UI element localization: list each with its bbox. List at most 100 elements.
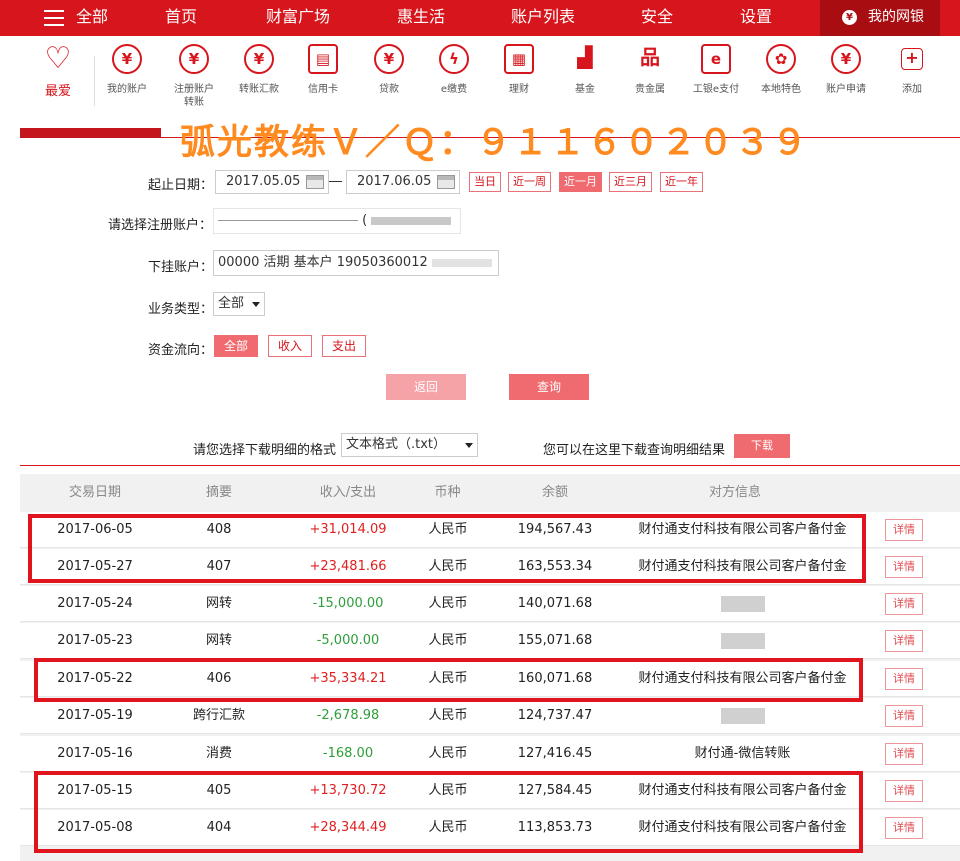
abacus-icon: ▦ (504, 44, 534, 74)
cell-balance: 163,553.34 (517, 559, 593, 574)
cell-amount: -168.00 (322, 746, 374, 761)
shortcut-credit-card[interactable]: ▤ 信用卡 (293, 44, 353, 96)
my-online-bank-button[interactable]: ¥ 我的网银 (820, 0, 940, 36)
hamburger-menu-icon[interactable] (44, 10, 64, 26)
download-format-value: 文本格式（.txt） (346, 437, 447, 452)
cell-currency: 人民币 (428, 820, 468, 835)
flow-all-button[interactable]: 全部 (214, 335, 259, 357)
end-date-input[interactable]: 2017.06.05 (346, 170, 460, 194)
calendar-icon[interactable] (306, 175, 324, 189)
cell-amount: -5,000.00 (316, 633, 380, 648)
shortcut-transfer-remit[interactable]: ¥ 转账汇款 (229, 44, 289, 96)
drop-icon: ϟ (439, 44, 469, 74)
cell-balance: 155,071.68 (517, 633, 593, 648)
cell-date: 2017-05-16 (57, 746, 133, 761)
calendar-icon[interactable] (437, 175, 455, 189)
column-header-currency: 币种 (434, 485, 461, 500)
cell-date: 2017-05-27 (57, 559, 133, 574)
nav-account-list[interactable]: 账户列表 (511, 0, 575, 36)
nav-home[interactable]: 首页 (165, 0, 197, 36)
detail-button[interactable]: 详情 (885, 743, 923, 765)
shortcut-add[interactable]: + 添加 (882, 44, 942, 96)
shortcut-loan[interactable]: ¥ 贷款 (359, 44, 419, 96)
shortcut-local-features[interactable]: ✿ 本地特色 (751, 44, 811, 96)
nav-all-menu[interactable]: 全部 (76, 0, 108, 36)
active-panel-tab (20, 128, 161, 138)
cell-amount: +31,014.09 (309, 522, 387, 537)
range-today-button[interactable]: 当日 (469, 172, 501, 192)
column-header-counterparty: 对方信息 (708, 485, 761, 500)
shortcut-label: 本地特色 (761, 84, 801, 95)
shortcut-fund[interactable]: ▟ 基金 (555, 44, 615, 96)
shortcut-icbc-epay[interactable]: e 工银e支付 (686, 44, 746, 96)
business-type-label: 业务类型： (148, 302, 214, 317)
detail-button[interactable]: 详情 (885, 705, 923, 727)
shortcut-account-apply[interactable]: ¥ 账户申请 (816, 44, 876, 96)
cell-balance: 160,071.68 (517, 671, 593, 686)
chevron-down-icon (465, 443, 473, 448)
range-month-button[interactable]: 近一月 (559, 172, 602, 192)
cell-amount: +28,344.49 (309, 820, 387, 835)
yuan-remit-icon: ¥ (244, 44, 274, 74)
range-week-button[interactable]: 近一周 (508, 172, 551, 192)
table-row: 2017-05-27 407 +23,481.66 人民币 163,553.34 财付通支… (20, 549, 960, 585)
table-row: 2017-05-16 消费 -168.00 人民币 127,416.45 财付通-微信转账… (20, 736, 960, 772)
download-format-select[interactable]: 文本格式（.txt） (341, 433, 478, 457)
sub-account-select[interactable]: 00000 活期 基本户 19050360012 (213, 250, 499, 276)
cell-amount: +35,334.21 (309, 671, 387, 686)
cell-currency: 人民币 (428, 633, 468, 648)
detail-button[interactable]: 详情 (885, 556, 923, 578)
detail-button[interactable]: 详情 (885, 519, 923, 541)
range-year-button[interactable]: 近一年 (660, 172, 703, 192)
shortcut-e-payment[interactable]: ϟ e缴费 (424, 44, 484, 96)
chevron-down-icon (252, 302, 260, 307)
business-type-select[interactable]: 全部 (213, 292, 265, 316)
cell-summary: 网转 (205, 596, 232, 611)
cell-date: 2017-05-22 (57, 671, 133, 686)
masked-text (720, 707, 765, 724)
shortcut-my-account[interactable]: ¥ 我的账户 (97, 44, 157, 96)
nav-security[interactable]: 安全 (641, 0, 673, 36)
back-button[interactable]: 返回 (386, 374, 466, 400)
shortcut-registered-transfer[interactable]: ¥ 注册账户转账 (163, 44, 225, 109)
shortcut-favorites-label: 最爱 (44, 84, 71, 99)
detail-button[interactable]: 详情 (885, 668, 923, 690)
cell-date: 2017-05-23 (57, 633, 133, 648)
download-separator (20, 465, 960, 466)
download-button[interactable]: 下载 (734, 434, 790, 458)
date-range-separator (329, 181, 342, 182)
end-date-value: 2017.06.05 (357, 174, 432, 189)
query-button[interactable]: 查询 (509, 374, 589, 400)
flow-income-button[interactable]: 收入 (268, 335, 313, 357)
nav-settings[interactable]: 设置 (740, 0, 772, 36)
fund-flow-label: 资金流向： (148, 343, 214, 358)
cell-date: 2017-06-05 (57, 522, 133, 537)
nav-life[interactable]: 惠生活 (397, 0, 445, 36)
detail-button[interactable]: 详情 (885, 630, 923, 652)
cell-currency: 人民币 (428, 671, 468, 686)
flow-expense-button[interactable]: 支出 (322, 335, 367, 357)
my-online-bank-label: 我的网银 (868, 9, 924, 25)
shortcut-precious-metals[interactable]: 品 贵金属 (620, 44, 680, 96)
registered-account-select[interactable]: ( (213, 208, 461, 234)
shortcut-label: 工银e支付 (692, 84, 740, 95)
cell-amount: -15,000.00 (312, 596, 384, 611)
cell-currency: 人民币 (428, 596, 468, 611)
detail-button[interactable]: 详情 (885, 780, 923, 802)
detail-button[interactable]: 详情 (885, 817, 923, 839)
cell-balance: 113,853.73 (517, 820, 593, 835)
registered-account-paren: ( (362, 213, 368, 228)
cell-counterparty: 财付通支付科技有限公司客户备付金 (638, 522, 847, 537)
shortcut-label: 理财 (509, 84, 529, 95)
detail-button[interactable]: 详情 (885, 593, 923, 615)
shortcut-label: 基金 (575, 84, 595, 95)
cell-summary: 消费 (205, 746, 232, 761)
start-date-input[interactable]: 2017.05.05 (215, 170, 329, 194)
range-three-months-button[interactable]: 近三月 (609, 172, 652, 192)
film-reel-icon: ✿ (766, 44, 796, 74)
column-header-balance: 余额 (541, 485, 568, 500)
shortcut-favorites[interactable]: ♡ 最爱 (28, 44, 88, 99)
shortcut-wealth-management[interactable]: ▦ 理财 (489, 44, 549, 96)
nav-wealth-square[interactable]: 财富广场 (266, 0, 330, 36)
download-format-label: 请您选择下载明细的格式 (193, 443, 337, 458)
